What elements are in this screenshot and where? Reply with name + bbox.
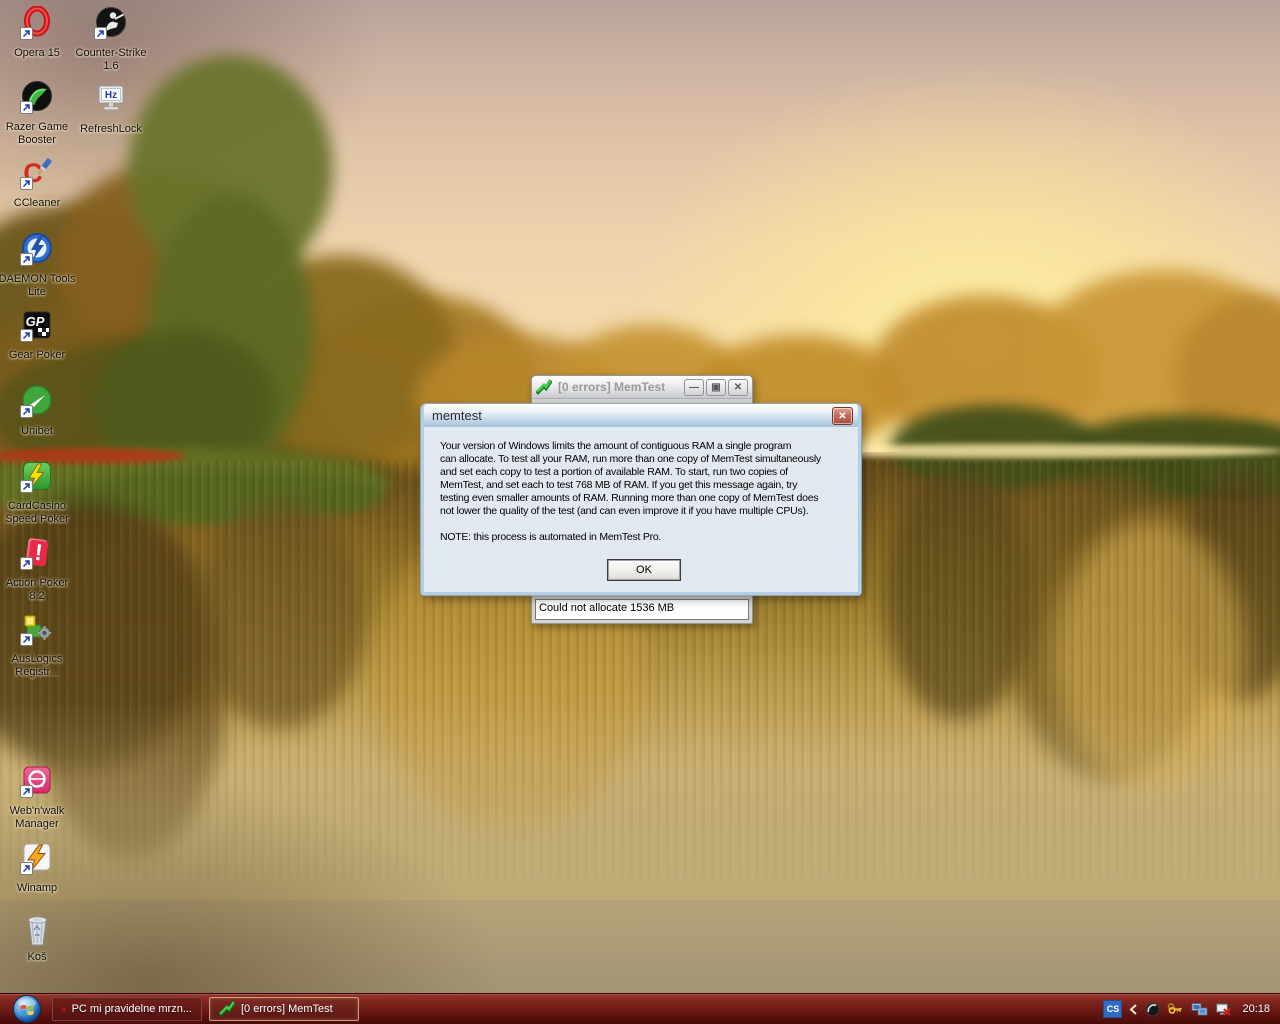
- taskbar-button-opera[interactable]: PC mi pravidelne mrzn...: [52, 997, 202, 1021]
- shortcut-arrow-icon: [20, 633, 33, 646]
- minimize-button[interactable]: —: [684, 379, 704, 396]
- unibet-icon: [20, 384, 54, 418]
- desktop-icon-label: Unibet: [0, 425, 87, 438]
- auslogics-registry-icon: [20, 612, 54, 646]
- start-button[interactable]: [12, 994, 42, 1024]
- refreshlock-icon: Hz: [94, 82, 128, 116]
- desktop-screen: Opera 15Counter-Strike1.6Razer GameBoost…: [0, 0, 1280, 1024]
- shortcut-arrow-icon: [20, 480, 33, 493]
- memtest-app-icon: [536, 379, 552, 395]
- shortcut-arrow-icon: [20, 253, 33, 266]
- ccleaner-icon: C: [20, 156, 54, 190]
- desktop-icon-label: CCleaner: [0, 197, 87, 210]
- windows-orb-icon: [12, 994, 42, 1024]
- opera-15-icon: [20, 6, 54, 40]
- dialog-message-line: Your version of Windows limits the amoun…: [440, 440, 821, 453]
- restore-button[interactable]: ▣: [706, 379, 726, 396]
- desktop-icon-label: Gear Poker: [0, 349, 87, 362]
- memtest-dialog: memtest ✕ Your version of Windows limits…: [421, 404, 861, 595]
- desktop-icon-label: Koš: [0, 951, 87, 964]
- desktop-icon-label: DAEMON ToolsLite: [0, 273, 87, 299]
- desktop-icon-label: Counter-Strike1.6: [61, 47, 161, 73]
- desktop-icon-ccleaner[interactable]: C CCleaner: [0, 156, 87, 210]
- dialog-close-button[interactable]: ✕: [832, 407, 853, 425]
- shortcut-arrow-icon: [94, 27, 107, 40]
- svg-text:GP: GP: [26, 314, 45, 329]
- clock[interactable]: 20:18: [1242, 1003, 1270, 1015]
- shortcut-arrow-icon: [20, 101, 33, 114]
- gear-poker-icon: GP: [20, 308, 54, 342]
- dialog-message-line: not lower the quality of the test (and c…: [440, 505, 821, 518]
- opera-icon: [62, 1002, 66, 1017]
- allocation-status-field[interactable]: Could not allocate 1536 MB: [535, 599, 749, 620]
- desktop-icon-label: Action Poker8.2: [0, 577, 87, 603]
- desktop-icon-auslogics-registry[interactable]: AusLogicsRegistr...: [0, 612, 87, 679]
- desktop-icon-label: Web'n'walkManager: [0, 805, 87, 831]
- dialog-message-line: can allocate. To test all your RAM, run …: [440, 453, 821, 466]
- shortcut-arrow-icon: [20, 177, 33, 190]
- desktop-icon-label: CardCasinoSpeed Poker: [0, 500, 87, 526]
- shortcut-arrow-icon: [20, 785, 33, 798]
- razer-game-booster-icon: [20, 80, 54, 114]
- desktop-icon-recycle-bin[interactable]: Koš: [0, 910, 87, 964]
- shortcut-arrow-icon: [20, 557, 33, 570]
- webnwalk-manager-icon: [20, 764, 54, 798]
- close-button[interactable]: ✕: [728, 379, 748, 396]
- svg-text:Hz: Hz: [105, 90, 117, 101]
- shortcut-arrow-icon: [20, 27, 33, 40]
- daemon-tools-lite-icon: [20, 232, 54, 266]
- shortcut-arrow-icon: [20, 862, 33, 875]
- memtest-window-titlebar[interactable]: [0 errors] MemTest — ▣ ✕: [532, 376, 752, 399]
- shortcut-arrow-icon: [20, 405, 33, 418]
- dialog-note: NOTE: this process is automated in MemTe…: [440, 531, 661, 543]
- dialog-titlebar[interactable]: memtest ✕: [424, 404, 858, 427]
- language-indicator[interactable]: CS: [1103, 1000, 1122, 1018]
- network-disconnected-icon[interactable]: [1215, 1002, 1232, 1017]
- winamp-icon: [20, 841, 54, 875]
- desktop-icon-unibet[interactable]: Unibet: [0, 384, 87, 438]
- dialog-message-line: testing even smaller amounts of RAM. Run…: [440, 492, 821, 505]
- system-tray: CS: [1103, 1000, 1280, 1018]
- desktop-icon-daemon-tools-lite[interactable]: DAEMON ToolsLite: [0, 232, 87, 299]
- desktop-icon-action-poker[interactable]: ! Action Poker8.2: [0, 536, 87, 603]
- desktop-icon-label: AusLogicsRegistr...: [0, 653, 87, 679]
- memtest-icon: [219, 1001, 235, 1017]
- taskbar-button-memtest[interactable]: [0 errors] MemTest: [209, 997, 359, 1021]
- ok-button[interactable]: OK: [607, 559, 681, 581]
- recycle-bin-icon: [20, 910, 54, 944]
- desktop-icon-winamp[interactable]: Winamp: [0, 841, 87, 895]
- collapse-chevron-icon[interactable]: [1129, 1003, 1138, 1016]
- taskbar-button-label: PC mi pravidelne mrzn...: [72, 1003, 192, 1015]
- daemon-tools-tray-icon[interactable]: [1145, 1002, 1160, 1017]
- dialog-message-line: MemTest, and set each to test 768 MB of …: [440, 479, 821, 492]
- action-poker-icon: !: [20, 536, 54, 570]
- memtest-window-title: [0 errors] MemTest: [558, 380, 682, 394]
- desktop-icon-refreshlock[interactable]: Hz RefreshLock: [61, 82, 161, 136]
- desktop-icon-label: RefreshLock: [61, 123, 161, 136]
- desktop-icon-counter-strike[interactable]: Counter-Strike1.6: [61, 6, 161, 73]
- desktop-icon-cardcasino-speed-poker[interactable]: CardCasinoSpeed Poker: [0, 459, 87, 526]
- shortcut-arrow-icon: [20, 329, 33, 342]
- counter-strike-icon: [94, 6, 128, 40]
- cardcasino-speed-poker-icon: [20, 459, 54, 493]
- taskbar: PC mi pravidelne mrzn... [0 errors] MemT…: [0, 993, 1280, 1024]
- dialog-message-line: and set each copy to test a portion of a…: [440, 466, 821, 479]
- dialog-title: memtest: [424, 408, 482, 423]
- taskbar-button-label: [0 errors] MemTest: [241, 1003, 333, 1015]
- keys-icon[interactable]: [1167, 1002, 1184, 1017]
- network-icon[interactable]: [1191, 1002, 1208, 1017]
- dialog-message: Your version of Windows limits the amoun…: [440, 440, 821, 518]
- desktop-icon-webnwalk-manager[interactable]: Web'n'walkManager: [0, 764, 87, 831]
- desktop-icon-gear-poker[interactable]: GP Gear Poker: [0, 308, 87, 362]
- desktop-icon-label: Winamp: [0, 882, 87, 895]
